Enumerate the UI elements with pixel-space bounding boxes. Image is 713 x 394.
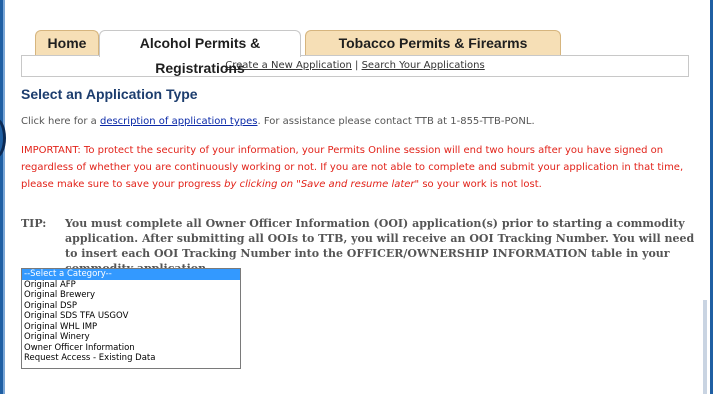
category-option[interactable]: Original AFP: [22, 280, 240, 291]
category-listbox[interactable]: --Select a Category-- Original AFP Origi…: [21, 268, 241, 369]
search-applications-link[interactable]: Search Your Applications: [362, 60, 485, 71]
category-option[interactable]: Original Winery: [22, 332, 240, 343]
important-notice: IMPORTANT: To protect the security of yo…: [21, 142, 691, 193]
tab-alcohol-permits[interactable]: Alcohol Permits & Registrations: [99, 30, 301, 76]
right-shadow-strip: [703, 300, 707, 394]
tip-text: You must complete all Owner Officer Info…: [65, 217, 695, 275]
tab-tobacco-firearms[interactable]: Tobacco Permits & Firearms Registration: [305, 30, 561, 76]
subnav-separator: |: [351, 60, 362, 71]
important-text-end: so your work is not lost.: [419, 179, 542, 190]
category-option[interactable]: Original Brewery: [22, 290, 240, 301]
application-types-link[interactable]: description of application types: [100, 116, 258, 127]
sub-navigation: Create a New Application | Search Your A…: [21, 55, 689, 77]
tab-home[interactable]: Home: [35, 30, 99, 56]
help-line: Click here for a description of applicat…: [21, 116, 535, 127]
category-option[interactable]: Original SDS TFA USGOV: [22, 311, 240, 322]
category-option[interactable]: Request Access - Existing Data: [22, 353, 240, 364]
page-title: Select an Application Type: [21, 86, 198, 102]
important-italic: by clicking on "Save and resume later": [224, 179, 420, 190]
tip-label: TIP:: [21, 217, 47, 230]
category-option[interactable]: Owner Officer Information: [22, 343, 240, 354]
help-suffix: . For assistance please contact TTB at 1…: [257, 116, 535, 127]
category-option[interactable]: Original DSP: [22, 301, 240, 312]
main-frame: Home Alcohol Permits & Registrations Tob…: [3, 0, 710, 394]
help-prefix: Click here for a: [21, 116, 100, 127]
category-option[interactable]: --Select a Category--: [22, 269, 240, 280]
category-option[interactable]: Original WHL IMP: [22, 322, 240, 333]
